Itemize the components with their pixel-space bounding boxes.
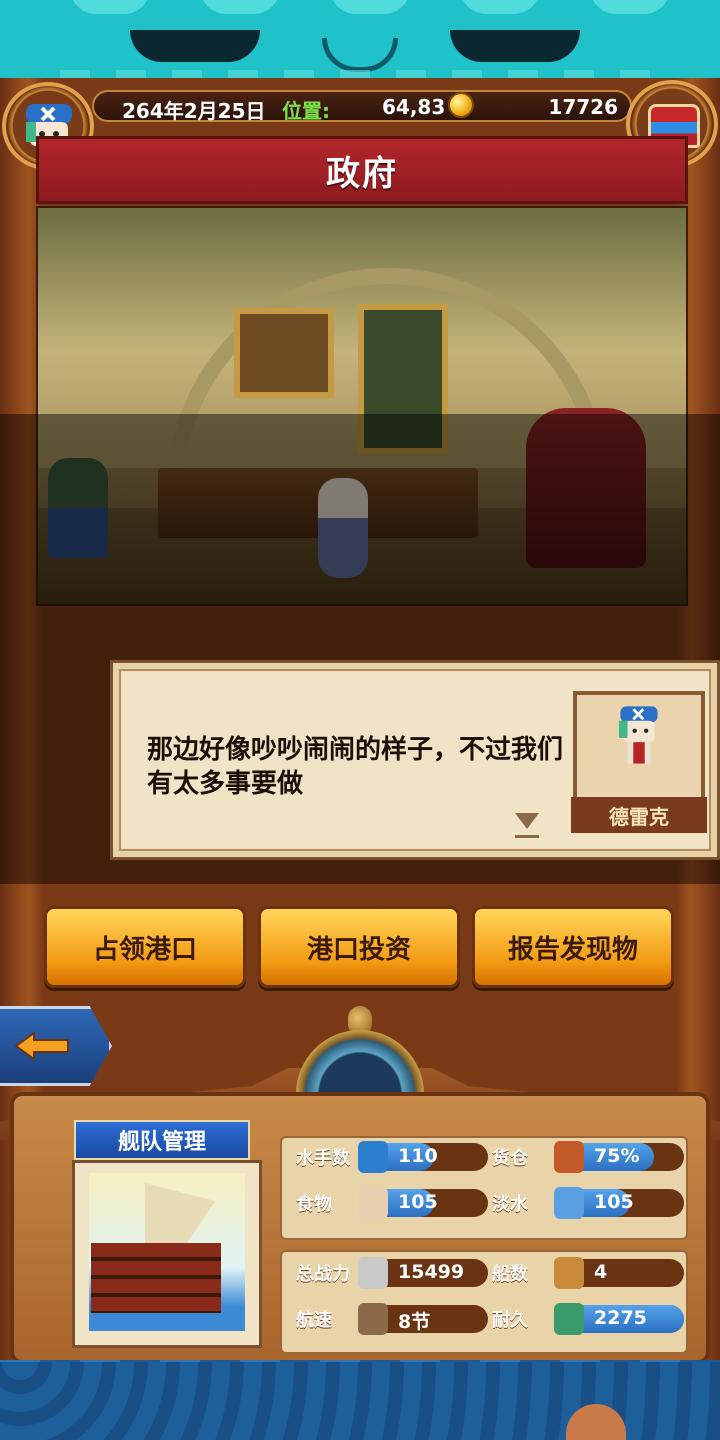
- stat-value: 4: [594, 1261, 608, 1283]
- sailor-icon: [358, 1141, 388, 1173]
- dialog-text: 那边好像吵吵闹闹的样子，不过我们有太多事要做: [147, 735, 564, 799]
- stat-row: 淡水 105: [492, 1187, 684, 1219]
- creature-left-eye: [130, 30, 260, 62]
- report-discovery-button[interactable]: 报告发现物: [472, 906, 674, 988]
- scene-painting: [234, 308, 334, 398]
- cargo-icon: [554, 1141, 584, 1173]
- stat-row: 航速 8节: [296, 1303, 488, 1335]
- water-icon: [554, 1187, 584, 1219]
- creature-bump: [200, 0, 280, 14]
- location-title: 政府: [326, 153, 398, 194]
- food-icon: [358, 1187, 388, 1219]
- stat-bar: 4: [554, 1257, 684, 1289]
- back-button[interactable]: [0, 1006, 112, 1086]
- stat-row: 水手数 110: [296, 1141, 488, 1173]
- stat-bar: 105: [554, 1187, 684, 1219]
- stat-bar: 2275: [554, 1303, 684, 1335]
- stat-value: 15499: [398, 1261, 465, 1283]
- speed-icon: [358, 1303, 388, 1335]
- stat-row: 货仓 75%: [492, 1141, 684, 1173]
- stat-row: 总战力 15499: [296, 1257, 488, 1289]
- stat-value: 105: [398, 1191, 438, 1213]
- creature-bump: [460, 0, 540, 14]
- stat-bar: 75%: [554, 1141, 684, 1173]
- dialog-continue-icon: [515, 813, 539, 829]
- top-creature-decoration: [0, 0, 720, 90]
- position-label: 位置:: [282, 99, 330, 123]
- creature-right-eye: [450, 30, 580, 62]
- gold-amount: 17726: [548, 95, 618, 119]
- stat-bar: 8节: [358, 1303, 488, 1335]
- ship-hull-icon: [91, 1243, 221, 1313]
- stat-bar: 105: [358, 1187, 488, 1219]
- gold-coin-icon: [448, 92, 474, 118]
- stat-value: 105: [594, 1191, 634, 1213]
- ship-count-icon: [554, 1257, 584, 1289]
- report-discovery-label: 报告发现物: [507, 934, 638, 965]
- stat-bar: 110: [358, 1141, 488, 1173]
- flagship-card[interactable]: [72, 1160, 262, 1348]
- stat-row: 食物 105: [296, 1187, 488, 1219]
- dialog-box[interactable]: 那边好像吵吵闹闹的样子，不过我们有太多事要做 德雷克: [110, 660, 720, 860]
- swords-icon: [358, 1257, 388, 1289]
- speaker-portrait-icon: [619, 706, 658, 764]
- stat-bar: 15499: [358, 1257, 488, 1289]
- status-bar: 264年2月25日 位置: 64,83 17726: [92, 90, 632, 123]
- creature-mouth: [322, 38, 398, 72]
- occupy-port-label: 占领港口: [92, 934, 197, 965]
- stat-value: 2275: [594, 1307, 647, 1329]
- stat-row: 耐久 2275: [492, 1303, 684, 1335]
- stat-value: 75%: [594, 1145, 640, 1167]
- creature-bump: [70, 0, 150, 14]
- creature-bump: [330, 0, 410, 14]
- stat-row: 船数 4: [492, 1257, 684, 1289]
- dialog-continue-bar: [515, 835, 539, 838]
- creature-bump: [590, 0, 670, 14]
- fleet-management-button[interactable]: 舰队管理: [74, 1120, 250, 1160]
- occupy-port-button[interactable]: 占领港口: [44, 906, 246, 988]
- back-arrow-icon: [14, 1031, 69, 1061]
- port-invest-button[interactable]: 港口投资: [258, 906, 460, 988]
- location-banner: 政府: [36, 136, 688, 204]
- stat-value: 8节: [398, 1311, 431, 1333]
- port-invest-label: 港口投资: [306, 934, 411, 965]
- position-value: 64,83: [382, 95, 446, 119]
- speaker-name: 德雷克: [571, 797, 707, 833]
- durability-icon: [554, 1303, 584, 1335]
- stat-value: 110: [398, 1145, 438, 1167]
- game-date: 264年2月25日: [122, 99, 266, 123]
